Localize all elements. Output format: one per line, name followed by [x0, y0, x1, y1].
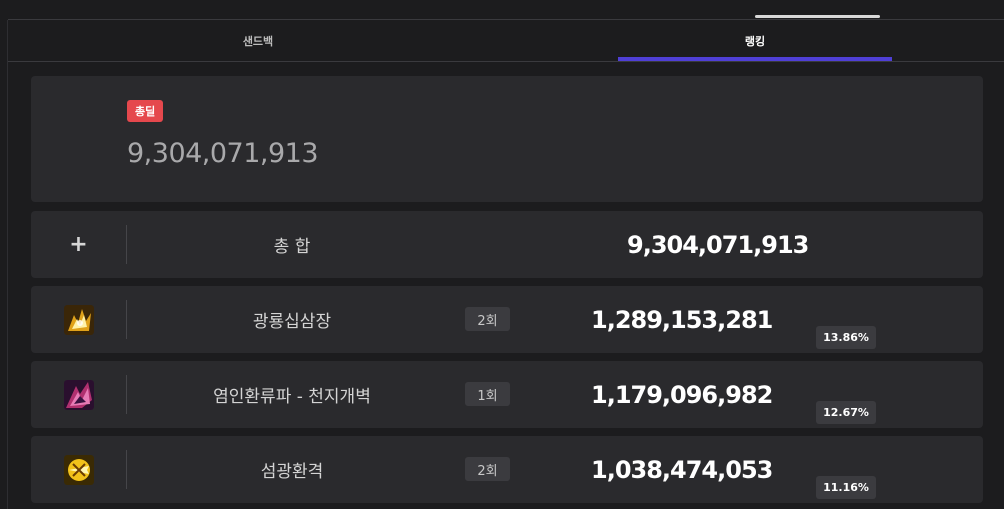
active-tab-indicator: [618, 57, 892, 61]
expand-button[interactable]: +: [31, 211, 126, 278]
skill-name: 염인환류파 - 천지개벽: [213, 387, 371, 407]
skill-icon-cell: [31, 286, 126, 353]
skill-row[interactable]: 섬광환격 2회 1,038,474,053 11.16%: [31, 436, 983, 503]
skill-icon-yeomin: [63, 379, 94, 410]
skill-icon-cell: [31, 436, 126, 503]
skill-name: 섬광환격: [260, 462, 324, 482]
skill-icon-seomgwang: [63, 454, 94, 485]
skill-row[interactable]: 염인환류파 - 천지개벽 1회 1,179,096,982 12.67%: [31, 361, 983, 428]
skill-damage: 1,038,474,053: [591, 455, 773, 484]
tab-ranking[interactable]: 랭킹: [618, 20, 892, 61]
damage-percent-badge: 11.16%: [816, 476, 876, 499]
damage-percent-badge: 12.67%: [816, 401, 876, 424]
total-damage-badge: 총딜: [127, 100, 164, 122]
left-border: [7, 20, 8, 509]
total-damage-value: 9,304,071,913: [127, 138, 319, 169]
skill-damage: 1,289,153,281: [591, 305, 773, 334]
tab-bar: 샌드백 랭킹: [8, 20, 1004, 62]
plus-icon[interactable]: +: [69, 232, 87, 257]
hit-count-badge: 2회: [465, 457, 510, 481]
tab-sandbag[interactable]: 샌드백: [8, 20, 508, 61]
top-indicator: [755, 15, 880, 18]
hit-count-badge: 2회: [465, 307, 510, 331]
skill-icon-gwangryong: [63, 304, 94, 335]
total-row: + 총 합 9,304,071,913: [31, 211, 983, 278]
total-damage-summary: 총딜 9,304,071,913: [31, 76, 983, 202]
damage-ranking-panel: 샌드백 랭킹 총딜 9,304,071,913 + 총 합 9,304,071,…: [0, 0, 1004, 509]
skill-row[interactable]: 광룡십삼장 2회 1,289,153,281 13.86%: [31, 286, 983, 353]
total-row-value: 9,304,071,913: [627, 230, 809, 259]
damage-percent-badge: 13.86%: [816, 326, 876, 349]
skill-damage: 1,179,096,982: [591, 380, 773, 409]
skill-icon-cell: [31, 361, 126, 428]
skill-name: 광룡십삼장: [252, 312, 332, 332]
total-row-label: 총 합: [273, 237, 311, 257]
hit-count-badge: 1회: [465, 382, 510, 406]
